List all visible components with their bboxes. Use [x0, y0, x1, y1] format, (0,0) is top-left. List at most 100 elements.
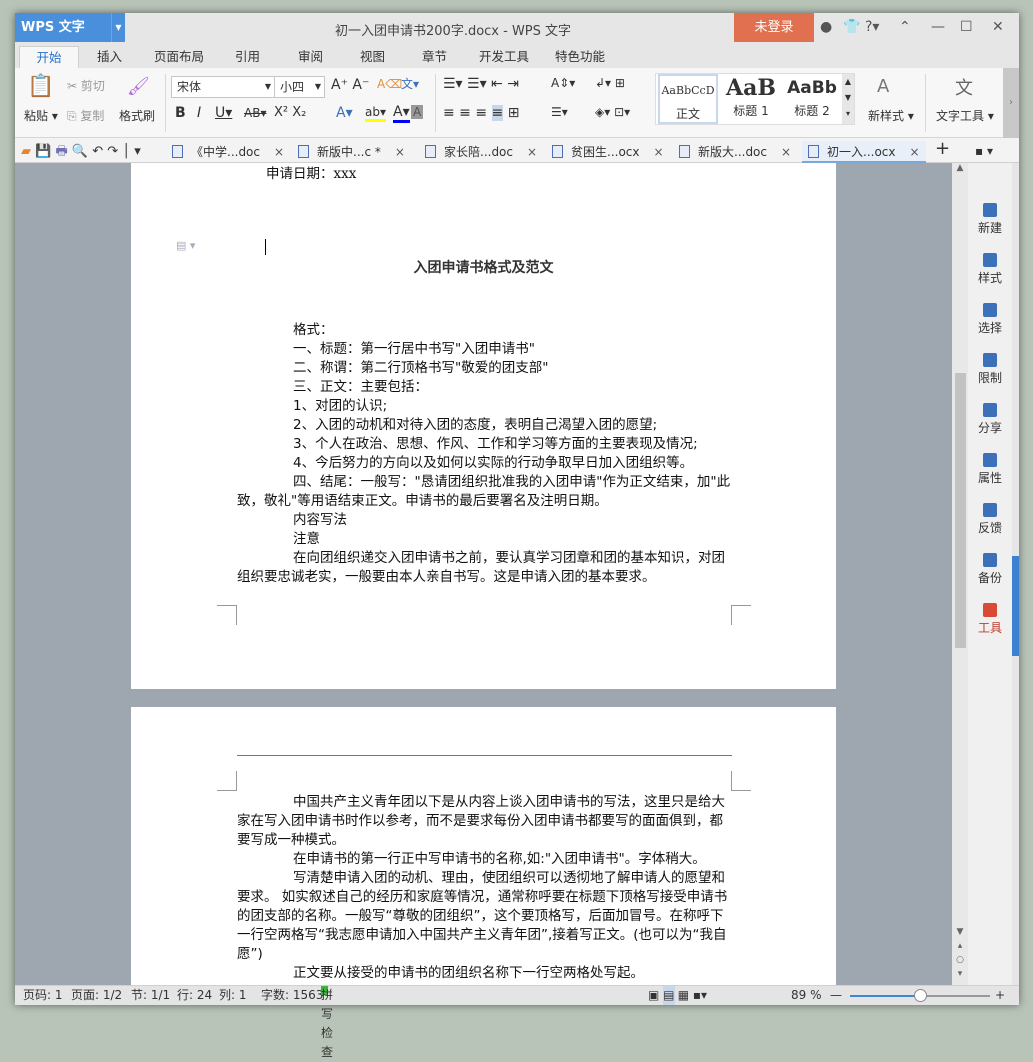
panel-tools[interactable]: 工具 — [968, 603, 1012, 636]
style-normal[interactable]: AaBbCcD 正文 — [658, 74, 718, 124]
doc-tab[interactable]: 贫困生...ocx × — [552, 141, 664, 163]
tab-insert[interactable]: 插入 — [97, 46, 122, 68]
scrollbar-thumb[interactable] — [955, 373, 966, 648]
tab-chapter[interactable]: 章节 — [422, 46, 447, 68]
chevron-down-icon[interactable]: ▼ — [111, 13, 125, 42]
tab-developer[interactable]: 开发工具 — [479, 46, 529, 68]
superscript-icon[interactable]: X² X₂ — [274, 105, 306, 120]
style-scroll[interactable]: ▲ ▼ ▾ — [842, 74, 854, 124]
align-icons[interactable]: ≡ ≡ ≡ ≡ ⊞ — [443, 105, 519, 121]
new-style-icon[interactable]: A — [877, 76, 889, 97]
underline-icon[interactable]: U▾ — [215, 105, 232, 121]
enter-icon[interactable]: ↲▾ ⊞ — [595, 76, 625, 90]
tab-view[interactable]: 视图 — [360, 46, 385, 68]
spell-check-label: 拼写检查 — [321, 988, 334, 1059]
help-icon[interactable]: ?▾ — [865, 19, 879, 35]
grow-font-icon[interactable]: A⁺ A⁻ — [331, 77, 369, 93]
clear-format-icon[interactable]: A⌫ — [377, 77, 402, 91]
status-word-count[interactable]: 字数: 1563 — [261, 986, 323, 1005]
style-heading-2[interactable]: AaBb 标题 2 — [784, 74, 840, 124]
font-select[interactable]: 宋体 ▼ — [171, 76, 275, 98]
phonetic-icon[interactable]: 文▾ — [401, 75, 419, 92]
text-tools-button[interactable]: 文字工具 ▾ — [936, 107, 994, 124]
zoom-out-icon[interactable]: — — [830, 986, 842, 1005]
skin-icon[interactable]: ● — [820, 19, 832, 35]
cut-label: 剪切 — [80, 79, 105, 93]
zoom-slider-knob[interactable] — [914, 989, 927, 1002]
wps-menu-button[interactable]: WPS 文字 — [15, 13, 125, 42]
tab-list-icon[interactable]: ▪ ▾ — [975, 140, 993, 162]
doc-icon — [679, 145, 690, 158]
maximize-icon[interactable]: ☐ — [960, 19, 973, 35]
close-tab-icon[interactable]: × — [527, 145, 537, 159]
shirt-icon[interactable]: 👕 — [843, 19, 860, 35]
menu-tabs: 开始 插入 页面布局 引用 审阅 视图 章节 开发工具 特色功能 — [15, 42, 1019, 68]
panel-new[interactable]: 新建 — [968, 203, 1012, 236]
new-tab-button[interactable]: + — [935, 138, 950, 160]
strikethrough-icon[interactable]: AB▾ — [244, 106, 266, 120]
paste-icon[interactable]: 📋 — [27, 74, 54, 99]
tab-special[interactable]: 特色功能 — [555, 46, 605, 68]
close-tab-icon[interactable]: × — [654, 145, 664, 159]
scroll-up-icon[interactable]: ▲ — [952, 163, 968, 173]
copy-button[interactable]: ⎘ 复制 — [67, 107, 104, 124]
minimize-icon[interactable]: — — [931, 19, 945, 35]
size-value: 小四 — [280, 80, 305, 94]
close-tab-icon[interactable]: × — [781, 145, 791, 159]
collapse-ribbon-icon[interactable]: ⌃ — [899, 19, 911, 35]
page-nav-icons[interactable]: ▼ ▴ ○ ▾ — [952, 925, 968, 981]
doc-tab[interactable]: 新版大...doc × — [679, 141, 791, 163]
shading-icon[interactable]: ◈▾ ⊡▾ — [595, 105, 630, 119]
panel-backup[interactable]: 备份 — [968, 553, 1012, 586]
tab-home[interactable]: 开始 — [19, 46, 79, 68]
format-painter-button[interactable]: 格式刷 — [119, 107, 155, 124]
close-icon[interactable]: ✕ — [992, 19, 1004, 35]
bullets-icon[interactable]: ☰▾ ☰▾ ⇤ ⇥ — [443, 76, 519, 92]
doc-tab[interactable]: 新版中...c * × — [298, 141, 405, 163]
cut-button[interactable]: ✂ 剪切 — [67, 77, 105, 94]
panel-share[interactable]: 分享 — [968, 403, 1012, 436]
line-spacing-icon[interactable]: A⇕▾ — [551, 76, 575, 90]
font-size-select[interactable]: 小四 ▼ — [274, 76, 325, 98]
close-tab-icon[interactable]: × — [395, 145, 405, 159]
tab-review[interactable]: 审阅 — [298, 46, 323, 68]
zoom-slider[interactable] — [850, 989, 990, 1002]
doc-tab-active[interactable]: 初一入...ocx × — [802, 141, 926, 163]
paragraph-spacing-icon[interactable]: ☰▾ — [551, 105, 568, 119]
vertical-scrollbar[interactable]: ▲ ▼ ▴ ○ ▾ — [952, 163, 968, 985]
panel-collapse-handle[interactable] — [1012, 556, 1019, 656]
font-color-icon[interactable]: A▾ — [393, 104, 410, 123]
char-shading-icon[interactable]: A — [411, 105, 424, 119]
quick-access-toolbar[interactable]: ▰ 💾 🖶 🔍 ↶ ↷ │ ▾ — [21, 142, 141, 164]
view-mode-icons[interactable]: ▣ ▤ ☰ ▦ ▪▾ — [648, 986, 707, 1005]
tab-references[interactable]: 引用 — [235, 46, 260, 68]
doc-tab[interactable]: 家长陪...doc × — [425, 141, 537, 163]
zoom-in-icon[interactable]: + — [995, 986, 1005, 1005]
panel-properties[interactable]: 属性 — [968, 453, 1012, 486]
doc-tab[interactable]: 《中学...doc × — [172, 141, 284, 163]
login-button[interactable]: 未登录 — [734, 13, 814, 42]
style-heading-1[interactable]: AaB 标题 1 — [720, 74, 782, 124]
panel-select[interactable]: 选择 — [968, 303, 1012, 336]
ribbon-scroll-right[interactable]: › — [1003, 68, 1019, 138]
text-effect-icon[interactable]: A▾ — [336, 105, 353, 121]
panel-style[interactable]: 样式 — [968, 253, 1012, 286]
tab-page-layout[interactable]: 页面布局 — [154, 46, 204, 68]
zoom-level[interactable]: 89 % — [791, 986, 822, 1005]
divider — [165, 74, 166, 132]
paste-button[interactable]: 粘贴 ▾ — [24, 107, 58, 124]
highlight-icon[interactable]: ab▾ — [365, 105, 386, 122]
paragraph-icon[interactable]: ▤ ▾ — [176, 239, 195, 252]
format-painter-icon[interactable]: 🖌 — [127, 76, 150, 97]
new-style-button[interactable]: 新样式 ▾ — [868, 107, 914, 124]
bold-icon[interactable]: B — [175, 105, 186, 121]
panel-restrict[interactable]: 限制 — [968, 353, 1012, 386]
close-tab-icon[interactable]: × — [274, 145, 284, 159]
status-section: 节: 1/1 — [131, 988, 171, 1002]
close-tab-icon[interactable]: × — [910, 145, 920, 159]
text-tools-icon[interactable]: 文 — [955, 74, 973, 100]
panel-feedback[interactable]: 反馈 — [968, 503, 1012, 536]
document-canvas[interactable]: 申请日期：xxx ▤ ▾ 入团申请书格式及范文 格式： 一、标题：第一行居中书写… — [15, 163, 952, 985]
italic-icon[interactable]: I — [197, 105, 201, 121]
style-icon — [983, 253, 997, 267]
